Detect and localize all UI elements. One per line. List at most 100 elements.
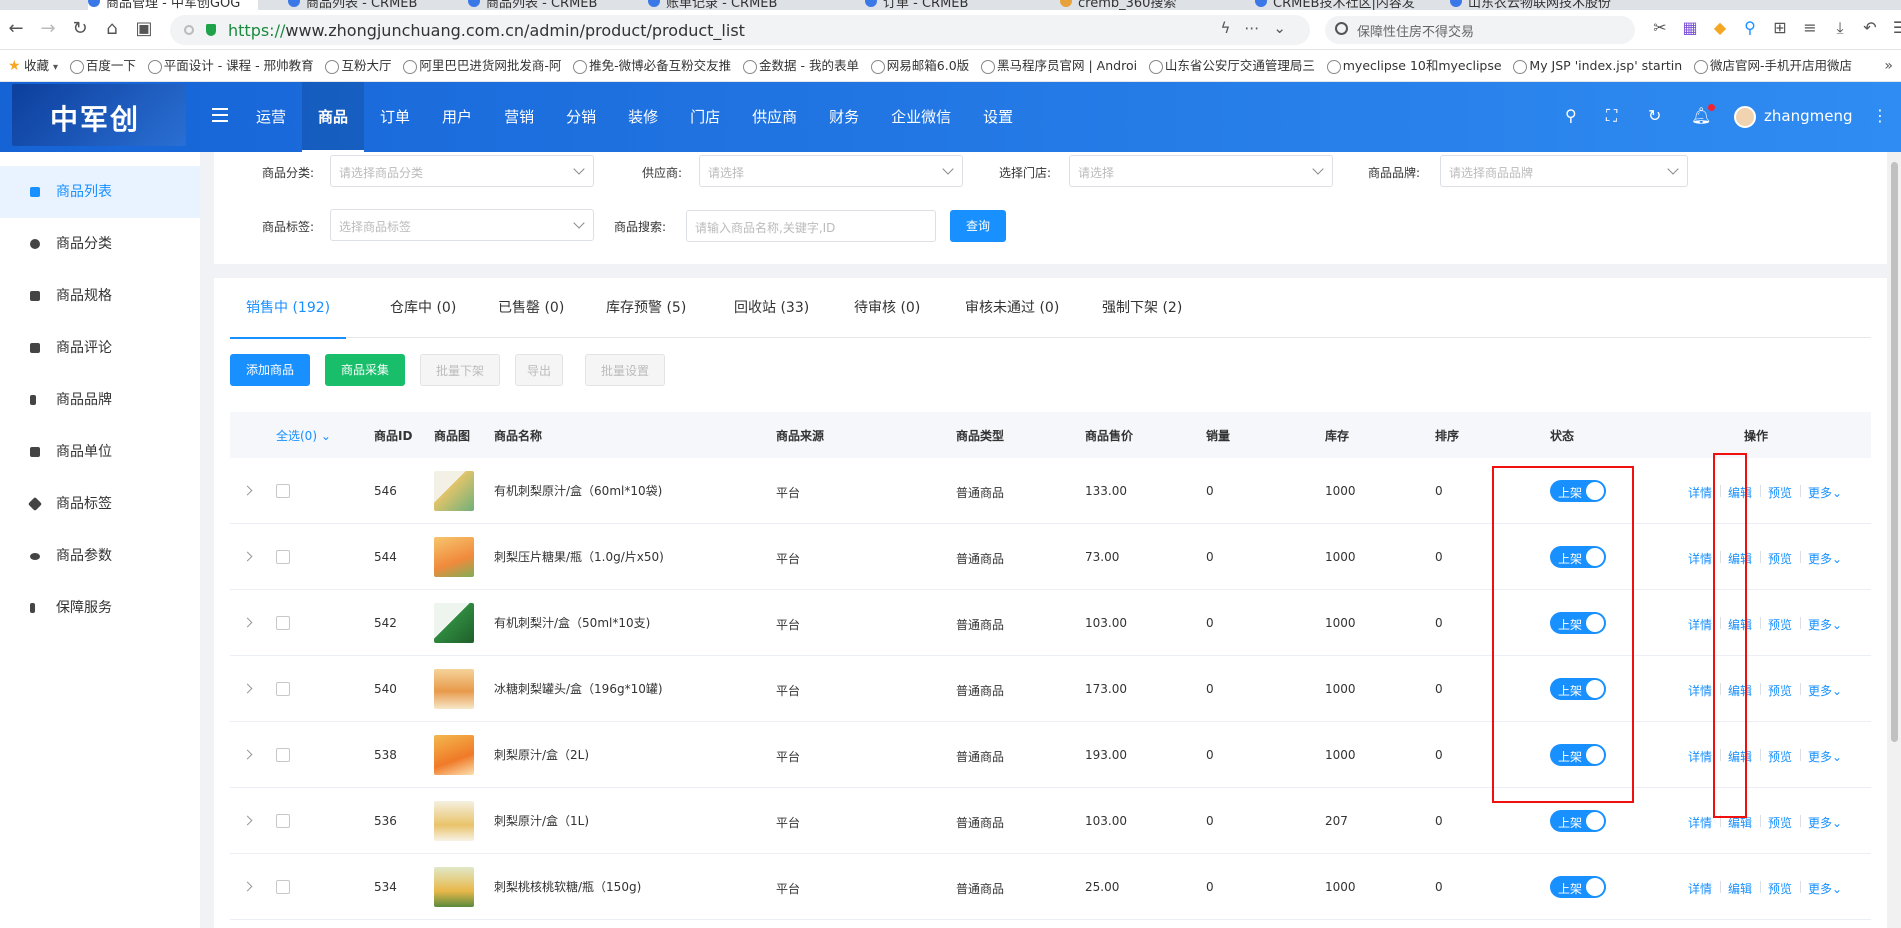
sidebar-item-params[interactable]: 商品参数	[0, 530, 200, 582]
bookmark-item[interactable]: 微店官网-手机开店用微店	[1692, 50, 1852, 81]
translate-icon[interactable]: ▦	[1675, 18, 1705, 37]
bookmark-item[interactable]: 黑马程序员官网 | Androi	[979, 50, 1137, 81]
top-nav-item-active[interactable]: 商品	[302, 82, 365, 152]
briefcase-icon[interactable]: ▣	[132, 18, 156, 40]
top-nav-item[interactable]: 供应商	[736, 82, 813, 152]
browser-tab[interactable]: 商品列表 - CRMEB	[288, 0, 438, 10]
download-icon[interactable]: ⤓	[1825, 18, 1855, 38]
batch-off-button[interactable]: 批量下架	[420, 354, 500, 386]
url-text[interactable]: https://www.zhongjunchuang.com.cn/admin/…	[228, 21, 745, 40]
top-nav-item[interactable]: 装修	[612, 82, 674, 152]
username[interactable]: zhangmeng	[1764, 107, 1852, 125]
query-button[interactable]: 查询	[950, 210, 1006, 242]
more-dropdown[interactable]: 更多⌄	[1808, 682, 1842, 699]
home-icon[interactable]: ⌂	[100, 18, 124, 40]
detail-link[interactable]: 详情	[1688, 814, 1712, 831]
preview-link[interactable]: 预览	[1768, 616, 1792, 633]
fullscreen-icon[interactable]: ⛶	[1606, 106, 1617, 126]
top-nav-item[interactable]: 用户	[426, 82, 488, 152]
tab-recycle-bin[interactable]: 回收站 (33)	[734, 278, 809, 338]
select-all-dropdown[interactable]: 全选(0) ⌄	[276, 427, 331, 444]
more-dropdown[interactable]: 更多⌄	[1808, 880, 1842, 897]
lightning-icon[interactable]: ϟ	[1221, 19, 1245, 37]
more-dropdown[interactable]: 更多⌄	[1808, 616, 1842, 633]
chevron-right-icon[interactable]	[242, 881, 253, 892]
tab-review-failed[interactable]: 审核未通过 (0)	[965, 278, 1059, 338]
sidebar-item-guarantee[interactable]: 保障服务	[0, 582, 200, 634]
detail-link[interactable]: 详情	[1688, 748, 1712, 765]
chevron-right-icon[interactable]	[242, 617, 253, 628]
bookmark-item[interactable]: 阿里巴巴进货网批发商-阿	[401, 50, 561, 81]
row-checkbox[interactable]	[276, 484, 290, 498]
site-info-icon[interactable]	[184, 25, 194, 35]
tab-on-sale[interactable]: 销售中 (192)	[229, 278, 347, 339]
menu-icon[interactable]: ≡	[1795, 18, 1825, 37]
preview-link[interactable]: 预览	[1768, 814, 1792, 831]
preview-link[interactable]: 预览	[1768, 880, 1792, 897]
sidebar-item-category[interactable]: 商品分类	[0, 218, 200, 270]
status-toggle[interactable]: 上架	[1550, 876, 1606, 898]
product-thumbnail[interactable]	[434, 537, 474, 577]
bookmark-item[interactable]: myeclipse 10和myeclipse	[1325, 50, 1502, 81]
browser-tab[interactable]: 订单 - CRMEB	[865, 0, 1015, 10]
brand-select[interactable]: 请选择商品品牌	[1440, 155, 1688, 187]
edit-link[interactable]: 编辑	[1728, 880, 1752, 897]
preview-link[interactable]: 预览	[1768, 748, 1792, 765]
magnifier-ext-icon[interactable]: ⚲	[1735, 18, 1765, 37]
top-nav-item[interactable]: 设置	[967, 82, 1029, 152]
url-bar[interactable]: https://www.zhongjunchuang.com.cn/admin/…	[170, 15, 1310, 45]
chevron-down-icon[interactable]: ⌄	[1273, 19, 1300, 37]
bookmark-item[interactable]: 山东省公安厅交通管理局三	[1147, 50, 1315, 81]
row-checkbox[interactable]	[276, 682, 290, 696]
export-button[interactable]: 导出	[515, 354, 563, 386]
product-thumbnail[interactable]	[434, 735, 474, 775]
bookmark-item[interactable]: 网易邮箱6.0版	[869, 50, 969, 81]
page-scrollbar[interactable]	[1888, 152, 1901, 928]
top-nav-item[interactable]: 企业微信	[875, 82, 967, 152]
sidebar-item-product-list[interactable]: 商品列表	[0, 166, 200, 218]
sidebar-item-spec[interactable]: 商品规格	[0, 270, 200, 322]
scrollbar-thumb[interactable]	[1891, 162, 1898, 742]
undo-icon[interactable]: ↶	[1855, 18, 1885, 37]
forward-icon[interactable]: →	[36, 18, 60, 40]
row-checkbox[interactable]	[276, 880, 290, 894]
more-dropdown[interactable]: 更多⌄	[1808, 814, 1842, 831]
row-checkbox[interactable]	[276, 748, 290, 762]
tab-stock-warning[interactable]: 库存预警 (5)	[606, 278, 686, 338]
browser-tab[interactable]: 山东农云物联网技术股份	[1450, 0, 1611, 10]
bookmark-item[interactable]: My JSP 'index.jsp' startin	[1511, 50, 1682, 81]
collect-product-button[interactable]: 商品采集	[325, 354, 405, 386]
detail-link[interactable]: 详情	[1688, 682, 1712, 699]
bookmark-item[interactable]: 金数据 - 我的表单	[741, 50, 859, 81]
tab-sold-out[interactable]: 已售罄 (0)	[498, 278, 564, 338]
apps-grid-icon[interactable]: ⊞	[1765, 18, 1795, 37]
browser-tab[interactable]: CRMEB技术社区|内容发	[1255, 0, 1415, 10]
avatar[interactable]	[1734, 106, 1756, 128]
bookmark-item[interactable]: 平面设计 - 课程 - 邢帅教育	[146, 50, 314, 81]
chevron-right-icon[interactable]	[242, 749, 253, 760]
chevron-right-icon[interactable]	[242, 683, 253, 694]
product-thumbnail[interactable]	[434, 867, 474, 907]
browser-tab[interactable]: 账单记录 - CRMEB	[648, 0, 798, 10]
product-search-input[interactable]: 请输入商品名称,关键字,ID	[686, 210, 936, 242]
batch-settings-button[interactable]: 批量设置	[585, 354, 665, 386]
row-checkbox[interactable]	[276, 814, 290, 828]
supplier-select[interactable]: 请选择	[699, 155, 963, 187]
more-dots-icon[interactable]: ⋯	[1244, 19, 1273, 37]
sidebar-item-reviews[interactable]: 商品评论	[0, 322, 200, 374]
product-thumbnail[interactable]	[434, 669, 474, 709]
add-product-button[interactable]: 添加商品	[230, 354, 310, 386]
chevron-right-icon[interactable]	[242, 815, 253, 826]
more-dropdown[interactable]: 更多⌄	[1808, 748, 1842, 765]
store-select[interactable]: 请选择	[1069, 155, 1333, 187]
chevron-right-icon[interactable]	[242, 551, 253, 562]
top-nav-item[interactable]: 财务	[813, 82, 875, 152]
sidebar-item-tag[interactable]: 商品标签	[0, 478, 200, 530]
category-select[interactable]: 请选择商品分类	[330, 155, 594, 187]
browser-tab[interactable]: 商品管理 - 中军创GOG	[88, 0, 258, 10]
sidebar-item-brand[interactable]: 商品品牌	[0, 374, 200, 426]
preview-link[interactable]: 预览	[1768, 550, 1792, 567]
tab-forced-off[interactable]: 强制下架 (2)	[1102, 278, 1182, 338]
tab-warehouse[interactable]: 仓库中 (0)	[390, 278, 456, 338]
reload-icon[interactable]: ↻	[68, 18, 92, 40]
